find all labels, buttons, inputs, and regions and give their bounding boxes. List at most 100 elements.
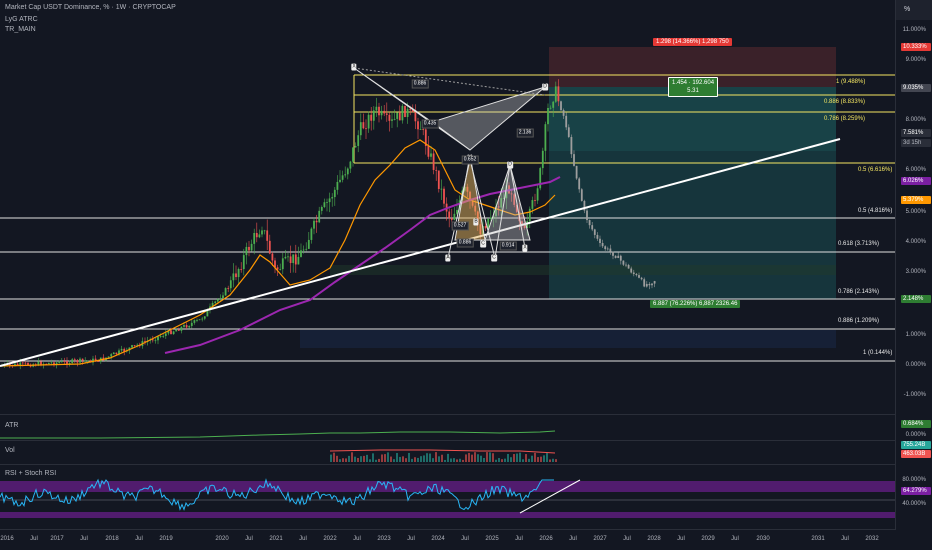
volume-bar [534, 452, 536, 462]
candle-body [154, 340, 157, 342]
fib-label-0786b: 0.786 (2.143%) [838, 289, 880, 295]
candle-body [276, 267, 279, 270]
candle-body [193, 320, 196, 323]
candle-body [180, 326, 183, 331]
candle-body [383, 110, 386, 114]
volume-bar [501, 459, 503, 462]
candle-body [175, 329, 178, 332]
volume-bar [528, 458, 530, 462]
fib-label-1: 1 (9.488%) [836, 79, 866, 85]
time-tick: Jul [731, 536, 739, 542]
candle-body [557, 86, 560, 102]
fib-label-0618: 0.618 (3.713%) [838, 241, 880, 247]
volume-bar [420, 456, 422, 462]
risk-reward-label[interactable]: 1.454 · 192.604 5.31 [668, 77, 719, 97]
volume-bar [432, 458, 434, 462]
time-tick: Jul [407, 536, 415, 542]
volume-bar [417, 457, 419, 462]
price-axis[interactable]: 11.000% 9.000% 8.000% 6.000% 5.000% 4.00… [895, 20, 932, 530]
candle-body [604, 246, 607, 250]
candle-body [440, 188, 443, 190]
badge-ema-orange: 5.379% [901, 196, 931, 204]
candle-body [573, 154, 575, 166]
candle-body [534, 200, 536, 201]
candle-body [268, 240, 271, 254]
pattern-point-c2: C [491, 254, 497, 262]
candle-body [172, 331, 175, 335]
volume-bar [333, 452, 335, 462]
candle-body [284, 256, 287, 259]
volume-bar [444, 459, 446, 462]
volume-bar [495, 459, 497, 462]
stop-label[interactable]: 1.298 (14.366%) 1,298 750 [653, 38, 732, 46]
volume-bar [399, 456, 401, 462]
volume-bar [462, 459, 464, 462]
time-tick: 2027 [593, 536, 607, 542]
candle-body [331, 197, 334, 199]
ratio-label-7: 0.652 [461, 155, 479, 165]
volume-bar [381, 454, 383, 462]
indicator-panes[interactable] [0, 414, 896, 530]
time-tick: Jul [515, 536, 523, 542]
volume-bar [423, 455, 425, 462]
time-tick: 2020 [215, 536, 229, 542]
volume-bar [357, 458, 359, 462]
candle-body [73, 359, 76, 361]
candle-body [586, 210, 588, 221]
ratio-label-1: 0.886 [411, 79, 429, 89]
candle-body [170, 330, 172, 335]
candle-body [250, 243, 253, 251]
candle-body [612, 251, 614, 256]
candle-body [547, 107, 549, 125]
volume-ma-line [329, 449, 556, 454]
candle-body [417, 121, 419, 130]
candle-body [245, 246, 248, 256]
volume-bar [393, 459, 395, 462]
candle-body [430, 153, 432, 157]
badge-countdown: 3d 15h [901, 139, 931, 147]
time-tick: Jul [353, 536, 361, 542]
candle-body [401, 105, 404, 121]
candle-body [188, 325, 191, 328]
candle-body [601, 242, 604, 247]
candle-body [151, 339, 154, 341]
badge-atr: 0.684% [901, 420, 931, 428]
volume-bar [513, 454, 515, 462]
volume-bar [402, 456, 404, 462]
candle-body [365, 128, 367, 130]
candle-body [578, 178, 581, 190]
volume-bar [480, 455, 482, 462]
target-label[interactable]: 6.887 (76.226%) 6,887 2326.46 [650, 300, 741, 308]
volume-bar [531, 455, 533, 462]
volume-bar [459, 458, 461, 462]
axis-tick: 0.000% [905, 362, 926, 368]
time-tick: Jul [623, 536, 631, 542]
candle-body [120, 348, 123, 351]
candle-body [609, 248, 612, 252]
time-tick: 2022 [323, 536, 337, 542]
axis-tick: 6.000% [905, 167, 926, 173]
candle-body [619, 255, 622, 261]
volume-bar [492, 453, 494, 462]
time-tick: Jul [80, 536, 88, 542]
candle-body [305, 248, 308, 250]
candle-body [419, 129, 422, 130]
ratio-label-5: 0.886 [456, 238, 474, 248]
candle-body [224, 288, 227, 296]
time-axis[interactable]: 2016 Jul 2017 Jul 2018 Jul 2019 2020 Jul… [0, 529, 896, 550]
candle-body [357, 135, 360, 146]
candle-body [539, 168, 542, 189]
volume-bar [456, 459, 458, 462]
volume-bar [390, 456, 392, 462]
time-tick: 2016 [0, 536, 14, 542]
ratio-label-4: 0.527 [451, 221, 469, 231]
candle-body [544, 124, 547, 151]
candle-body [414, 112, 417, 122]
candle-body [617, 255, 620, 258]
candle-body [240, 268, 243, 270]
time-tick: 2028 [647, 536, 661, 542]
scale-percent-button[interactable]: % [895, 0, 932, 21]
candle-body [112, 352, 115, 355]
axis-tick-rsi-80: 80.000% [902, 477, 926, 483]
volume-bar [450, 458, 452, 462]
